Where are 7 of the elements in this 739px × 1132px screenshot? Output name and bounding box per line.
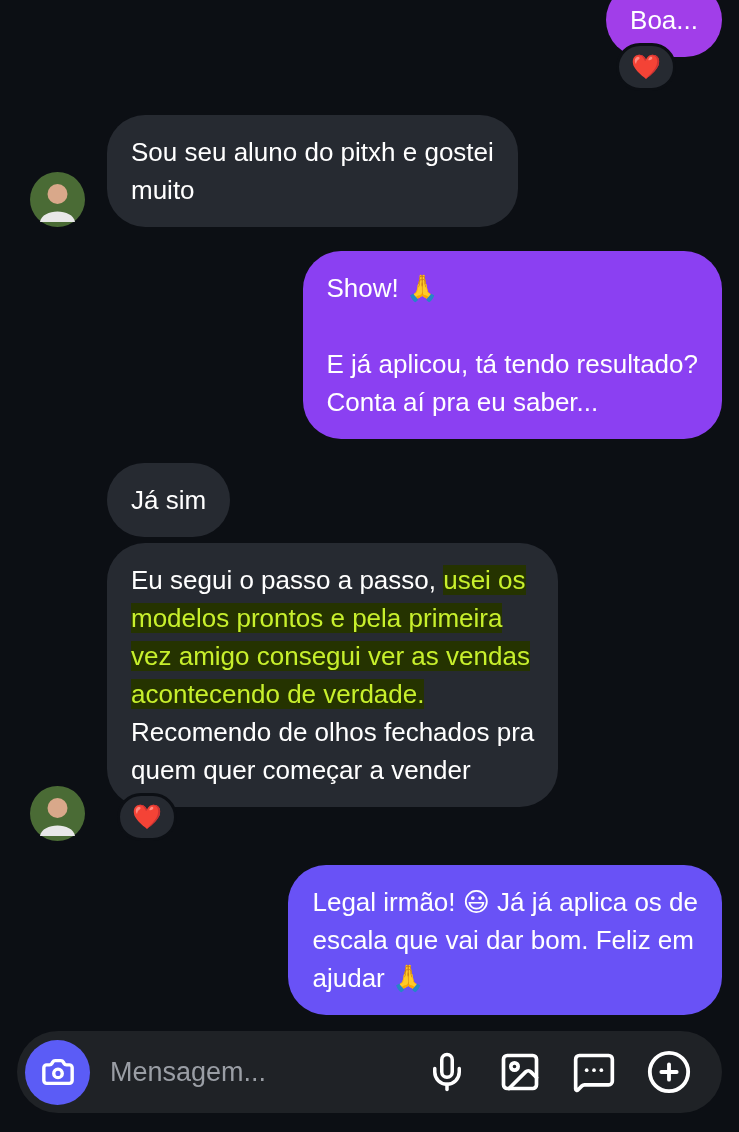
message-bubble: Show! 🙏 E já aplicou, tá tendo resultado? Conta aí pra eu saber...	[302, 251, 722, 439]
message-bubble: Legal irmão! 😃 Já já aplica os de escala que vai dar bom. Feliz em ajudar 🙏	[288, 865, 722, 1015]
message-bubble: Já sim	[107, 463, 231, 537]
add-icon[interactable]	[646, 1049, 692, 1095]
message-input[interactable]: Mensagem...	[108, 1055, 408, 1089]
camera-button[interactable]	[25, 1039, 90, 1105]
message-bubble: Sou seu aluno do pitxh e gostei muito	[107, 115, 518, 227]
